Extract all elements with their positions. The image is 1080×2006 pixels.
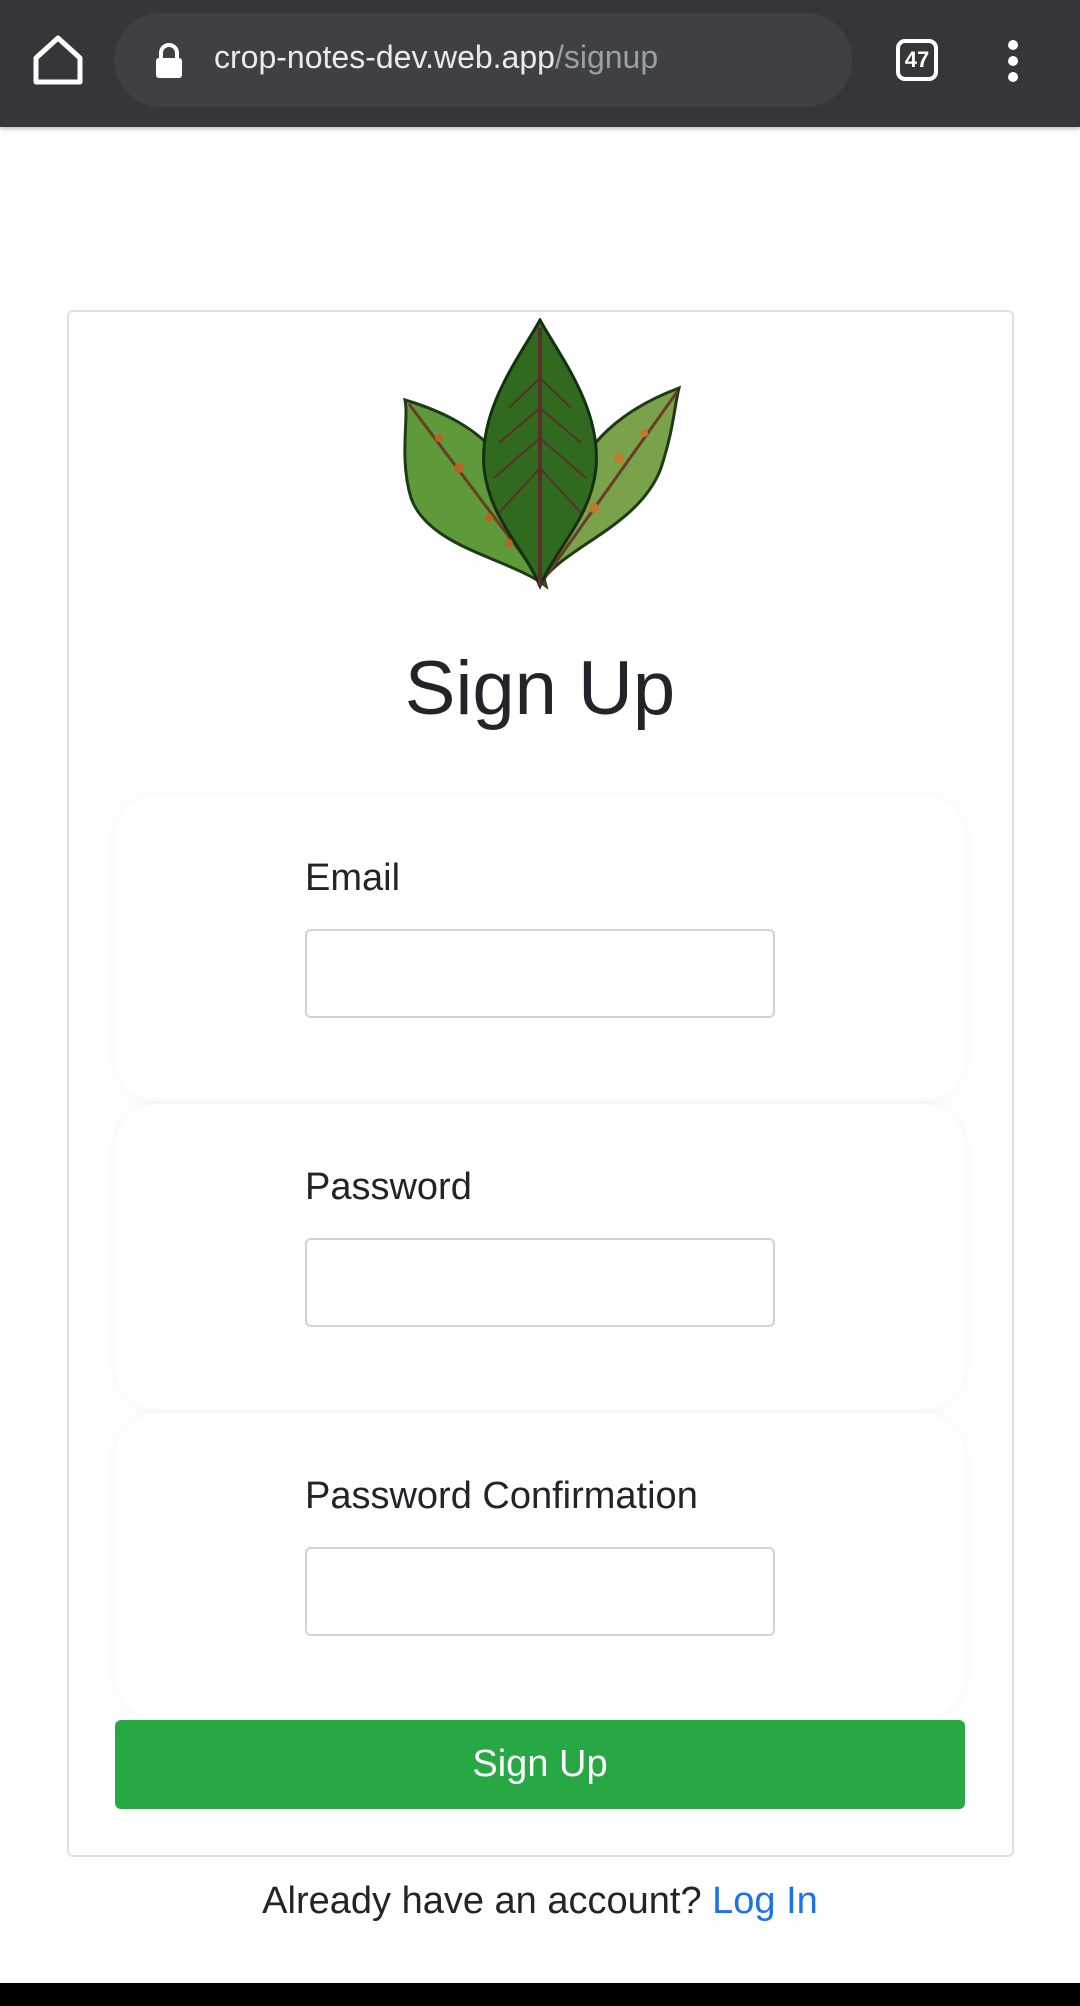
system-nav-bar [0, 1983, 1080, 2006]
url-path: /signup [554, 39, 659, 75]
home-icon[interactable] [26, 28, 90, 92]
leaves-logo [402, 318, 681, 590]
browser-toolbar: crop-notes-dev.web.app/signup 47 [0, 0, 1080, 127]
address-bar[interactable]: crop-notes-dev.web.app/signup [114, 13, 852, 107]
password-group: Password [115, 1104, 965, 1410]
email-field[interactable] [305, 929, 775, 1018]
url-host: crop-notes-dev.web.app [214, 39, 555, 75]
password-confirmation-group: Password Confirmation [115, 1413, 965, 1719]
tab-count-icon[interactable]: 47 [896, 39, 938, 81]
password-field[interactable] [305, 1238, 775, 1327]
log-in-link[interactable]: Log In [712, 1880, 818, 1922]
lock-icon [156, 43, 182, 78]
email-group: Email [115, 795, 965, 1101]
login-prompt: Already have an account? Log In [0, 1880, 1080, 1923]
password-label: Password [305, 1166, 472, 1208]
email-label: Email [305, 857, 401, 899]
sign-up-button[interactable]: Sign Up [115, 1720, 965, 1809]
more-vert-icon[interactable] [1000, 38, 1026, 84]
url-text: crop-notes-dev.web.app/signup [214, 39, 658, 76]
page-title: Sign Up [404, 646, 676, 731]
login-prompt-text: Already have an account? [262, 1880, 702, 1922]
password-confirmation-field[interactable] [305, 1547, 775, 1636]
password-confirmation-label: Password Confirmation [305, 1475, 698, 1517]
